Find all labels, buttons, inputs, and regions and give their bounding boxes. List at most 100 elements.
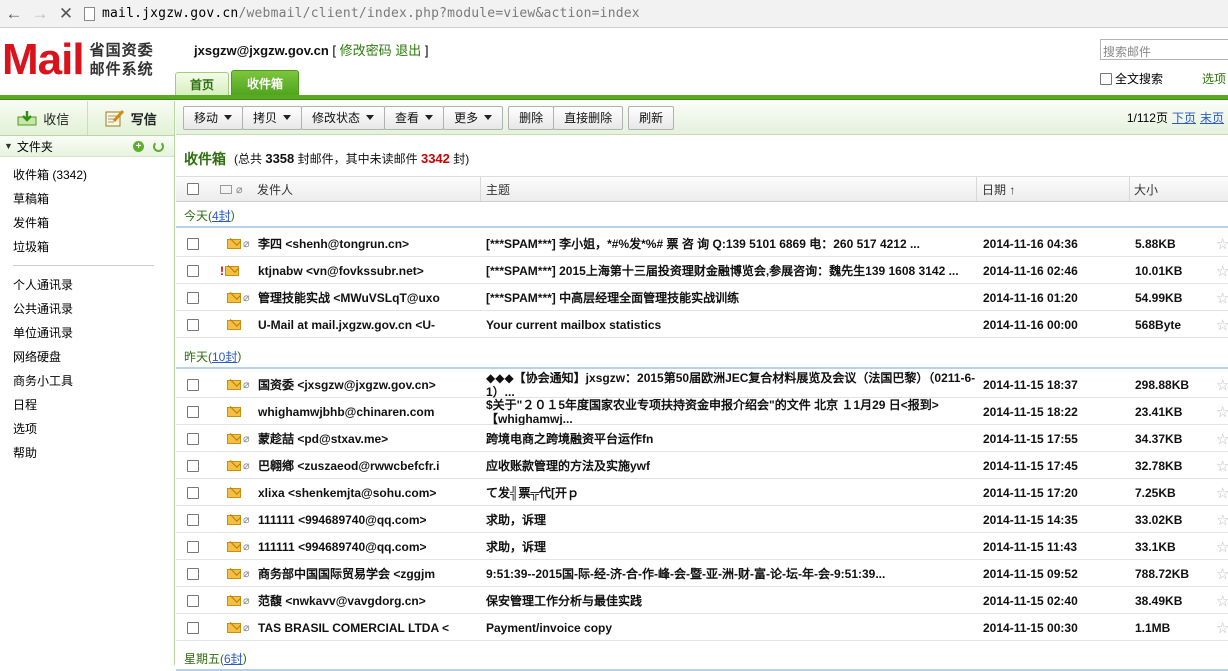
sidebar-item-netdisk[interactable]: 网络硬盘	[0, 345, 174, 369]
group-count-link[interactable]: 4封	[212, 207, 231, 224]
table-row[interactable]: ⌀ 范馥 <nwkavv@vavgdorg.cn> 保安管理工作分析与最佳实践 201…	[176, 587, 1228, 614]
sidebar-item-options[interactable]: 选项	[0, 417, 174, 441]
subject[interactable]: [***SPAM***] 李小姐，*#%发*%# 票 咨 询 Q:139 510…	[486, 230, 982, 257]
table-row[interactable]: ⌀ TAS BRASIL COMERCIAL LTDA < Payment/invo…	[176, 614, 1228, 641]
next-page-link[interactable]: 下页	[1172, 109, 1196, 126]
move-button[interactable]: 移动	[183, 105, 244, 130]
table-row[interactable]: U-Mail at mail.jxgzw.gov.cn <U- Your curr…	[176, 311, 1228, 338]
subject[interactable]: ◆◆◆【协会通知】jxsgzw：2015第50届欧洲JEC复合材料展览及会议（法…	[486, 371, 982, 398]
last-page-link[interactable]: 末页	[1200, 109, 1224, 126]
row-checkbox[interactable]	[187, 237, 199, 250]
logout-link[interactable]: 退出	[395, 43, 421, 58]
subject[interactable]: [***SPAM***] 2015上海第十三届投资理财金融博览会,参展咨询：魏先…	[486, 257, 982, 284]
star-icon[interactable]: ☆	[1216, 284, 1228, 311]
sidebar-item-help[interactable]: 帮助	[0, 441, 174, 465]
add-folder-icon[interactable]: +	[133, 140, 144, 152]
sender[interactable]: 111111 <994689740@qq.com>	[258, 533, 483, 560]
sidebar-item-personal-contacts[interactable]: 个人通讯录	[0, 273, 174, 297]
folders-header[interactable]: ▼ 文件夹 +	[0, 136, 174, 157]
subject[interactable]: 跨境电商之跨境融资平台运作fn	[486, 425, 982, 452]
sidebar-item-trash[interactable]: 垃圾箱	[0, 235, 174, 259]
copy-button[interactable]: 拷贝	[242, 105, 303, 130]
sender[interactable]: ktjnabw <vn@fovkssubr.net>	[258, 257, 483, 284]
mark-status-button[interactable]: 修改状态	[301, 105, 386, 130]
change-password-link[interactable]: 修改密码	[340, 43, 392, 58]
sidebar-item-public-contacts[interactable]: 公共通讯录	[0, 297, 174, 321]
refresh-button[interactable]: 刷新	[628, 105, 675, 130]
delete-direct-button[interactable]: 直接删除	[553, 105, 624, 130]
sidebar-item-inbox[interactable]: 收件箱 (3342)	[0, 163, 174, 187]
subject[interactable]: 保安管理工作分析与最佳实践	[486, 587, 982, 614]
tab-home[interactable]: 首页	[175, 72, 229, 96]
table-row[interactable]: ⌀ 商务部中国国际贸易学会 <zggjm 9:51:39--2015国-际-经-济-…	[176, 560, 1228, 587]
more-button[interactable]: 更多	[443, 105, 504, 130]
sender[interactable]: 国资委 <jxsgzw@jxgzw.gov.cn>	[258, 371, 483, 398]
stop-icon[interactable]: ✕	[54, 2, 78, 26]
sender[interactable]: U-Mail at mail.jxgzw.gov.cn <U-	[258, 311, 483, 338]
star-icon[interactable]: ☆	[1216, 506, 1228, 533]
row-checkbox[interactable]	[187, 405, 199, 418]
sidebar-item-drafts[interactable]: 草稿箱	[0, 187, 174, 211]
subject[interactable]: Your current mailbox statistics	[486, 311, 982, 338]
refresh-folders-icon[interactable]	[153, 140, 164, 152]
row-checkbox[interactable]	[187, 378, 199, 391]
subject[interactable]: [***SPAM***] 中高层经理全面管理技能实战训练	[486, 284, 982, 311]
table-row[interactable]: xlixa <shenkemjta@sohu.com> て发╣票╦代[开ｐ 2014…	[176, 479, 1228, 506]
subject[interactable]: 求助，诉理	[486, 533, 982, 560]
search-options-link[interactable]: 选项	[1202, 70, 1226, 87]
table-row[interactable]: ⌀ 111111 <994689740@qq.com> 求助，诉理 2014-11-1…	[176, 506, 1228, 533]
search-input[interactable]: 搜索邮件	[1100, 39, 1228, 60]
subject[interactable]: 9:51:39--2015国-际-经-济-合-作-峰-会-暨-亚-洲-财-富-论…	[486, 560, 982, 587]
view-button[interactable]: 查看	[384, 105, 445, 130]
sender[interactable]: 商务部中国国际贸易学会 <zggjm	[258, 560, 483, 587]
star-icon[interactable]: ☆	[1216, 479, 1228, 506]
subject[interactable]: 应收账款管理的方法及实施ywf	[486, 452, 982, 479]
collapse-triangle-icon[interactable]: ▼	[4, 141, 13, 151]
row-checkbox[interactable]	[187, 264, 199, 277]
table-row[interactable]: ⌀ 管理技能实战 <MWuVSLqT@uxo [***SPAM***] 中高层经理全…	[176, 284, 1228, 311]
select-all-checkbox[interactable]	[187, 183, 199, 195]
row-checkbox[interactable]	[187, 621, 199, 634]
row-checkbox[interactable]	[187, 540, 199, 553]
delete-button[interactable]: 删除	[508, 105, 555, 130]
star-icon[interactable]: ☆	[1216, 560, 1228, 587]
table-row[interactable]: ⌀ 111111 <994689740@qq.com> 求助，诉理 2014-11-1…	[176, 533, 1228, 560]
sender[interactable]: xlixa <shenkemjta@sohu.com>	[258, 479, 483, 506]
row-checkbox[interactable]	[187, 291, 199, 304]
table-row[interactable]: ⌀ 李四 <shenh@tongrun.cn> [***SPAM***] 李小姐，*…	[176, 230, 1228, 257]
fulltext-search-toggle[interactable]: 全文搜索	[1100, 70, 1163, 87]
table-row[interactable]: ⌀ 巴翱鄕 <zuszaeod@rwwcbefcfr.i 应收账款管理的方法及实施y…	[176, 452, 1228, 479]
group-count-link[interactable]: 6封	[224, 650, 243, 667]
row-checkbox[interactable]	[187, 486, 199, 499]
table-row[interactable]: ⌀ 蒙趁喆 <pd@stxav.me> 跨境电商之跨境融资平台运作fn 2014-11…	[176, 425, 1228, 452]
sender[interactable]: whighamwjbhb@chinaren.com	[258, 398, 483, 425]
table-row[interactable]: ! ktjnabw <vn@fovkssubr.net> [***SPAM***] …	[176, 257, 1228, 284]
sender[interactable]: 范馥 <nwkavv@vavgdorg.cn>	[258, 587, 483, 614]
sender[interactable]: 管理技能实战 <MWuVSLqT@uxo	[258, 284, 483, 311]
back-arrow-icon[interactable]: ←	[2, 2, 26, 26]
star-icon[interactable]: ☆	[1216, 398, 1228, 425]
star-icon[interactable]: ☆	[1216, 311, 1228, 338]
row-checkbox[interactable]	[187, 513, 199, 526]
sidebar-item-org-contacts[interactable]: 单位通讯录	[0, 321, 174, 345]
receive-button[interactable]: 收信	[0, 101, 88, 135]
star-icon[interactable]: ☆	[1216, 230, 1228, 257]
sidebar-item-sent[interactable]: 发件箱	[0, 211, 174, 235]
fulltext-checkbox[interactable]	[1100, 72, 1112, 85]
column-size[interactable]: 大小	[1134, 181, 1158, 198]
forward-arrow-icon[interactable]: →	[28, 2, 52, 26]
column-date[interactable]: 日期 ↑	[982, 181, 1015, 198]
sidebar-item-calendar[interactable]: 日程	[0, 393, 174, 417]
group-count-link[interactable]: 10封	[212, 348, 237, 365]
star-icon[interactable]: ☆	[1216, 533, 1228, 560]
sender[interactable]: 蒙趁喆 <pd@stxav.me>	[258, 425, 483, 452]
star-icon[interactable]: ☆	[1216, 587, 1228, 614]
star-icon[interactable]: ☆	[1216, 371, 1228, 398]
url-text[interactable]: mail.jxgzw.gov.cn/webmail/client/index.p…	[102, 6, 640, 21]
row-checkbox[interactable]	[187, 432, 199, 445]
table-row[interactable]: whighamwjbhb@chinaren.com $关于"２０１5年度国家农业专…	[176, 398, 1228, 425]
address-bar[interactable]: mail.jxgzw.gov.cn/webmail/client/index.p…	[84, 2, 640, 26]
column-from[interactable]: 发件人	[257, 181, 293, 198]
sidebar-item-biz-tools[interactable]: 商务小工具	[0, 369, 174, 393]
row-checkbox[interactable]	[187, 318, 199, 331]
